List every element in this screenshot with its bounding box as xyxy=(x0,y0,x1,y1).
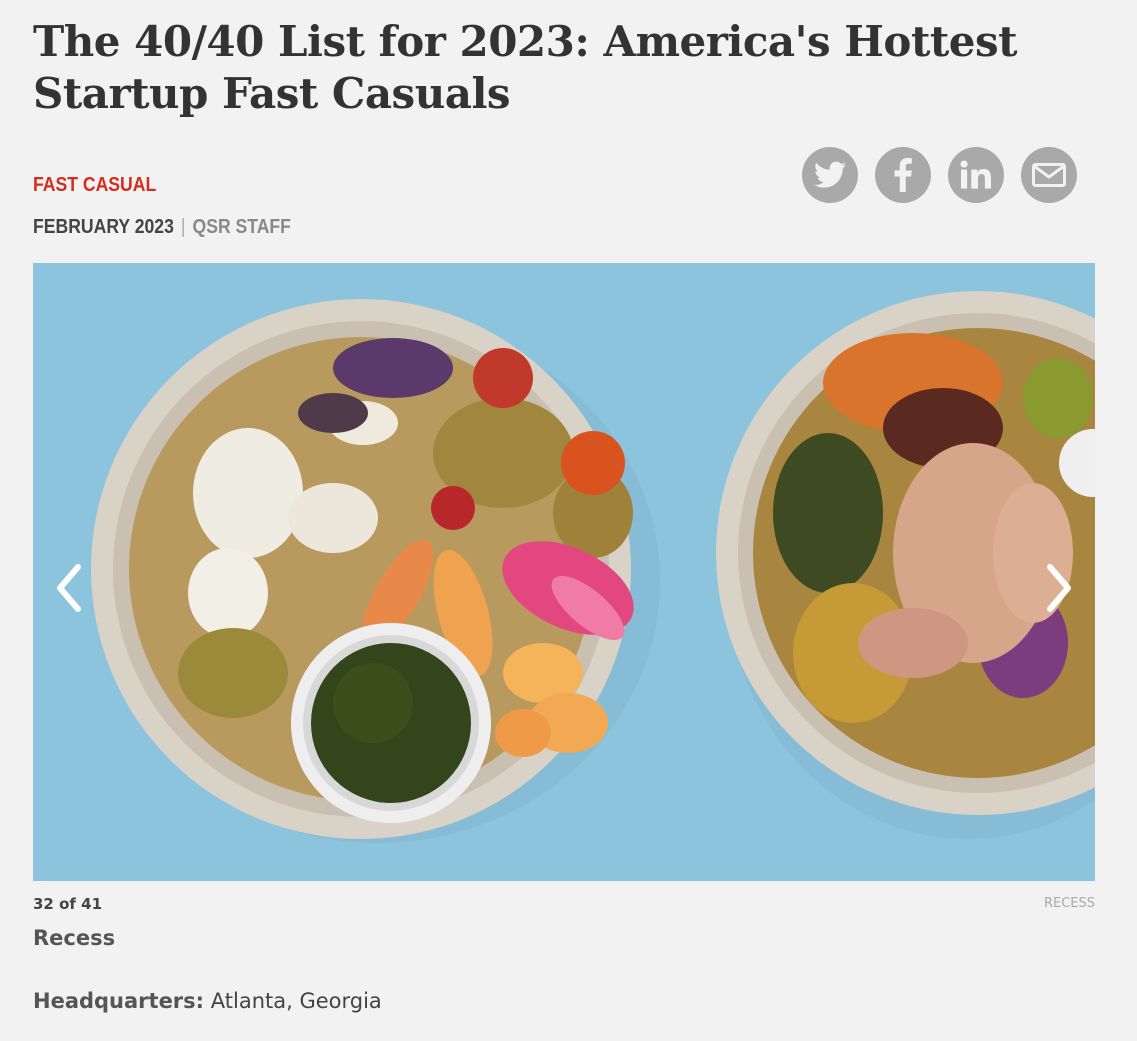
meta-separator: | xyxy=(180,216,186,238)
slide-title: Recess xyxy=(33,926,116,950)
publish-date: FEBRUARY 2023 xyxy=(33,216,174,238)
email-icon xyxy=(1032,163,1066,187)
slide-counter: 32 of 41 xyxy=(33,895,103,913)
share-buttons xyxy=(802,147,1077,203)
chevron-left-icon xyxy=(57,564,81,612)
photo-credit: RECESS xyxy=(1043,896,1095,911)
twitter-icon xyxy=(814,161,846,188)
headquarters-label: Headquarters: xyxy=(33,989,205,1013)
facebook-icon xyxy=(894,158,912,192)
slideshow-image[interactable] xyxy=(33,263,1095,881)
chevron-right-icon xyxy=(1047,564,1071,612)
article-meta: FEBRUARY 2023 | QSR STAFF xyxy=(33,216,291,239)
next-slide-button[interactable] xyxy=(1034,556,1084,620)
linkedin-icon xyxy=(960,160,991,189)
category-link[interactable]: FAST CASUAL xyxy=(33,174,156,197)
email-share-button[interactable] xyxy=(1021,147,1077,203)
headquarters-value: Atlanta, Georgia xyxy=(210,989,382,1013)
headquarters-line: Headquarters: Atlanta, Georgia xyxy=(33,989,382,1013)
food-bowls-photo xyxy=(33,263,1095,881)
author-link[interactable]: QSR STAFF xyxy=(193,216,291,238)
twitter-share-button[interactable] xyxy=(802,147,858,203)
article-title: The 40/40 List for 2023: America's Hotte… xyxy=(33,17,1018,118)
linkedin-share-button[interactable] xyxy=(948,147,1004,203)
previous-slide-button[interactable] xyxy=(44,556,94,620)
facebook-share-button[interactable] xyxy=(875,147,931,203)
